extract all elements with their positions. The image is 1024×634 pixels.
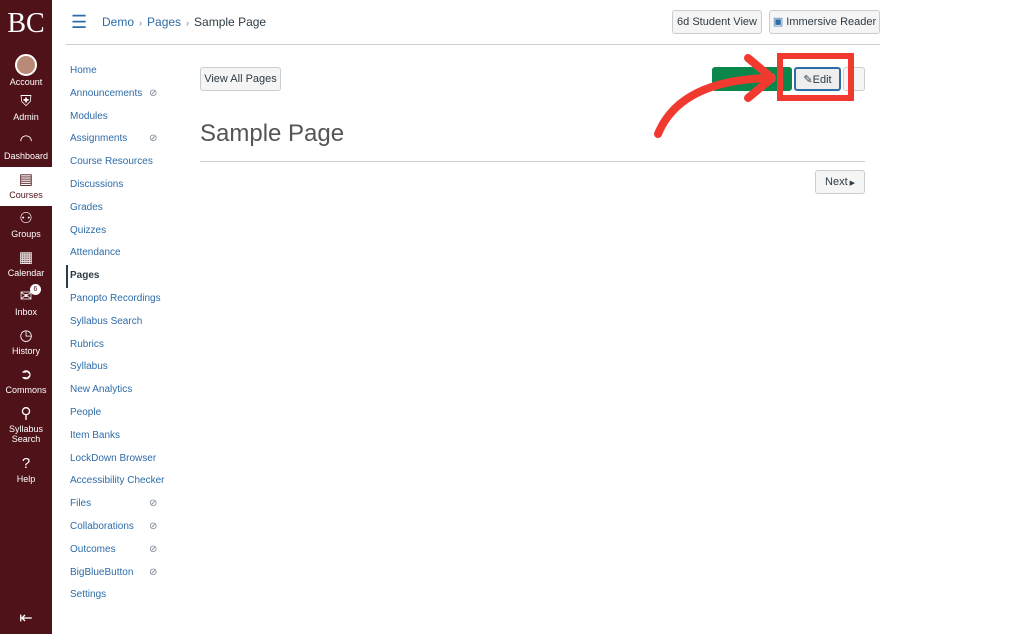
arrow-icon xyxy=(654,74,774,138)
annotation-overlay xyxy=(654,53,854,138)
highlight-box xyxy=(777,53,854,101)
